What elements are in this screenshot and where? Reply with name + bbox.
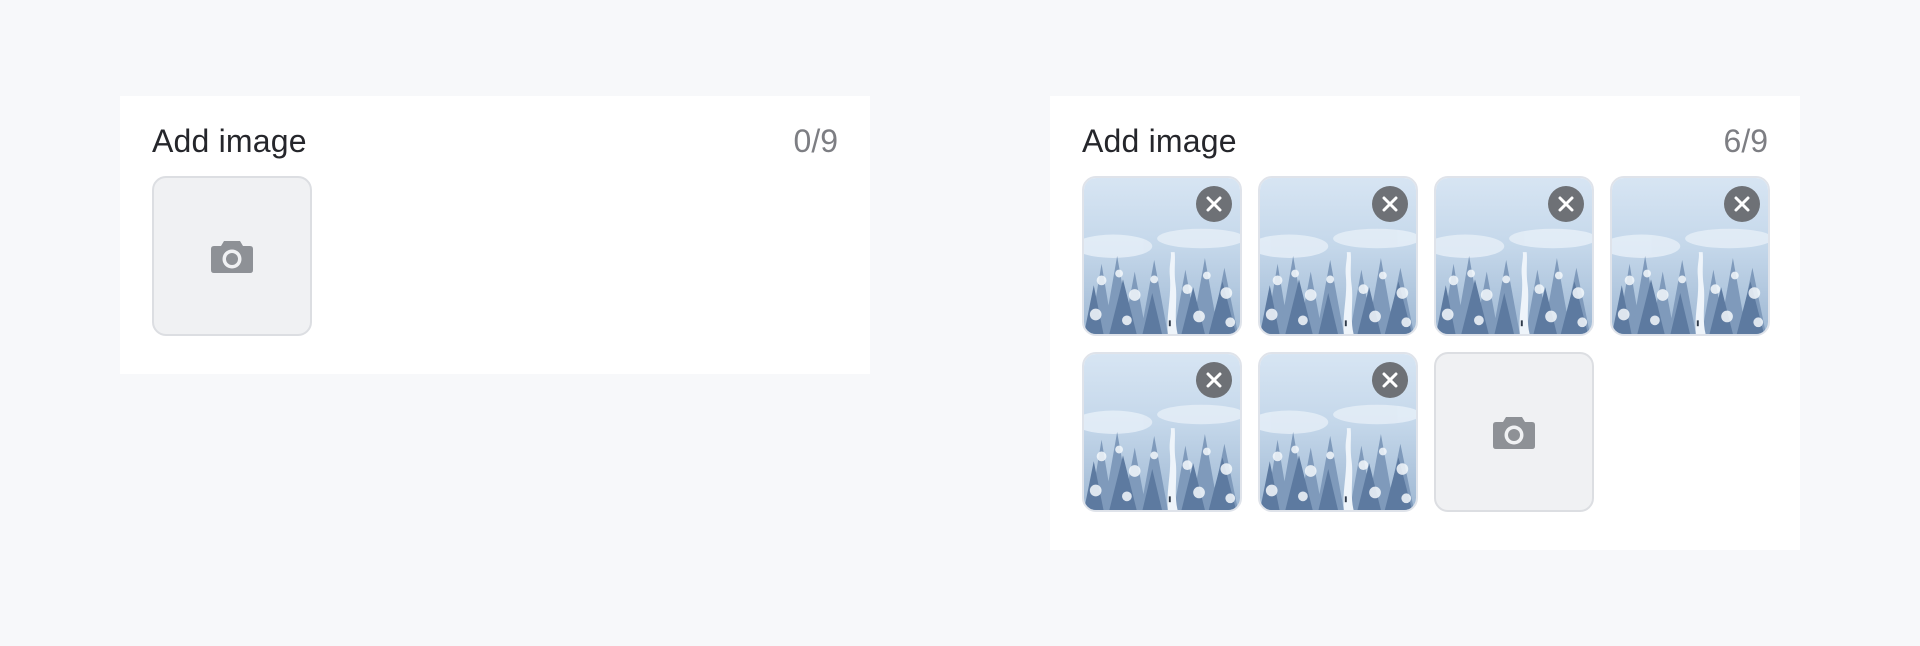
uploader-title: Add image [1082, 122, 1237, 159]
image-thumbnail[interactable] [1082, 176, 1242, 336]
image-thumbnail[interactable] [1434, 176, 1594, 336]
remove-image-button[interactable] [1372, 362, 1408, 398]
uploader-header: Add image 6/9 [1082, 123, 1768, 159]
uploader-title: Add image [152, 122, 307, 159]
add-image-button[interactable] [1434, 352, 1594, 512]
image-uploader-empty: Add image 0/9 [120, 96, 870, 374]
image-grid [1082, 176, 1772, 512]
camera-icon [208, 232, 256, 280]
image-count: 0/9 [793, 122, 838, 159]
close-icon [1206, 196, 1222, 212]
remove-image-button[interactable] [1196, 186, 1232, 222]
close-icon [1382, 372, 1398, 388]
remove-image-button[interactable] [1372, 186, 1408, 222]
image-thumbnail[interactable] [1258, 176, 1418, 336]
image-thumbnail[interactable] [1610, 176, 1770, 336]
image-thumbnail[interactable] [1258, 352, 1418, 512]
uploader-header: Add image 0/9 [152, 123, 838, 159]
remove-image-button[interactable] [1196, 362, 1232, 398]
image-uploader-filled: Add image 6/9 [1050, 96, 1800, 550]
image-grid [152, 176, 842, 336]
close-icon [1382, 196, 1398, 212]
image-count: 6/9 [1723, 122, 1768, 159]
camera-icon [1490, 408, 1538, 456]
close-icon [1558, 196, 1574, 212]
close-icon [1206, 372, 1222, 388]
image-thumbnail[interactable] [1082, 352, 1242, 512]
remove-image-button[interactable] [1548, 186, 1584, 222]
add-image-button[interactable] [152, 176, 312, 336]
close-icon [1734, 196, 1750, 212]
remove-image-button[interactable] [1724, 186, 1760, 222]
